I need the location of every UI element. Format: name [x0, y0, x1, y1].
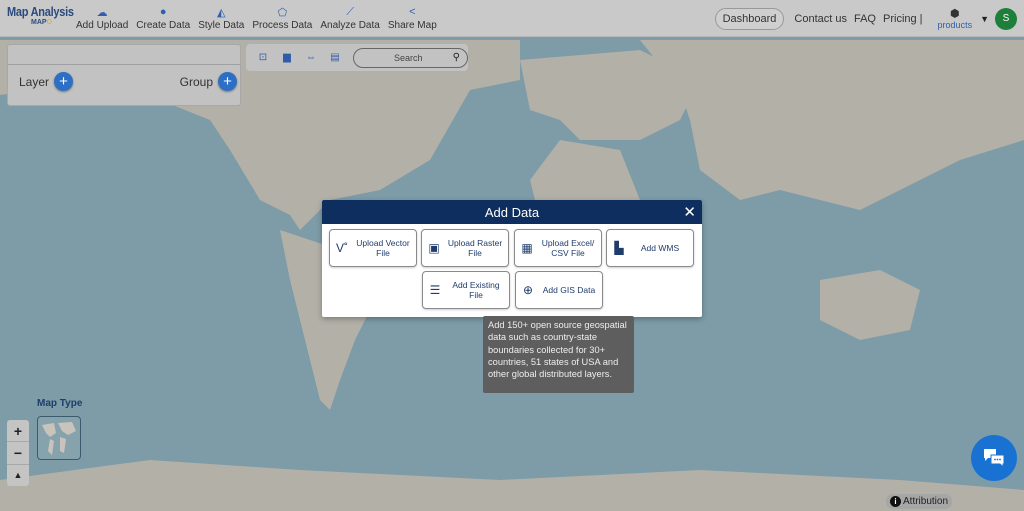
dashboard-button[interactable]: Dashboard — [714, 7, 785, 30]
zoom-controls: + − ▲ — [7, 420, 29, 486]
nav-label: Style Data — [198, 20, 245, 31]
vector-icon: V˚ — [336, 241, 348, 255]
reset-north-button[interactable]: ▲ — [7, 465, 29, 486]
add-gis-data-button[interactable]: ⊕ Add GIS Data — [515, 271, 603, 309]
nav-share-map[interactable]: < Share Map — [388, 5, 437, 31]
modal-title: Add Data — [484, 204, 540, 220]
products-label: products — [937, 20, 973, 30]
layer-label: Layer — [19, 74, 50, 89]
paint-bucket-icon: ◭ — [217, 6, 226, 19]
brand-logo: MAPO — [31, 19, 53, 26]
button-label: Upload Vector File — [356, 238, 410, 258]
nav-label: Analyze Data — [320, 20, 380, 31]
share-icon: < — [409, 6, 416, 18]
header-right: Dashboard Contact us FAQ Pricing | ⬢ pro… — [714, 0, 1024, 37]
search-placeholder: Search — [394, 52, 423, 63]
button-label: Upload Excel/ CSV File — [541, 238, 595, 258]
attribution-button[interactable]: i Attribution — [886, 494, 953, 509]
wms-icon: ▙ — [614, 241, 624, 255]
spreadsheet-icon: ▦ — [521, 241, 533, 255]
nav-style-data[interactable]: ◭ Style Data — [198, 5, 245, 32]
products-menu[interactable]: ⬢ products — [938, 7, 973, 30]
globe-icon: ⊕ — [522, 283, 534, 297]
nav-label: Add Upload — [76, 20, 129, 31]
search-icon[interactable]: ⚲ — [453, 52, 460, 63]
nav-label: Create Data — [136, 20, 191, 31]
map-type-label: Map Type — [37, 398, 83, 409]
button-label: Upload Raster File — [447, 238, 503, 258]
button-label: Add Existing File — [452, 280, 500, 300]
focus-icon[interactable]: ⊡ — [251, 50, 275, 66]
layer-panel: Layer + Group + — [7, 44, 241, 106]
group-label: Group — [179, 74, 213, 89]
zoom-in-button[interactable]: + — [7, 420, 29, 443]
modal-header: Add Data ✕ — [322, 200, 702, 224]
add-layer: Layer + — [19, 72, 74, 91]
polygon-icon: ⬠ — [277, 6, 288, 19]
layer-panel-header — [8, 45, 240, 65]
button-label: Add GIS Data — [542, 285, 596, 295]
info-icon: i — [890, 496, 901, 507]
print-icon[interactable]: ▆ — [275, 50, 299, 66]
close-icon[interactable]: ✕ — [683, 203, 696, 221]
raster-icon: ▣ — [428, 241, 440, 255]
faq-link[interactable]: FAQ — [854, 13, 876, 25]
nav-create-data[interactable]: ● Create Data — [136, 5, 190, 31]
avatar[interactable]: S — [995, 7, 1017, 30]
attribution-label: Attribution — [903, 496, 949, 507]
add-wms-button[interactable]: ▙ Add WMS — [606, 229, 694, 267]
contact-link[interactable]: Contact us — [794, 13, 847, 25]
add-existing-file-button[interactable]: ☰ Add Existing File — [422, 271, 510, 309]
location-pin-icon: ● — [159, 6, 167, 18]
top-navbar: Map Analysis MAPO ☁ Add Upload ● Create … — [0, 0, 1024, 37]
nav-process-data[interactable]: ⬠ Process Data — [252, 5, 313, 32]
add-group: Group + — [180, 72, 237, 91]
upload-csv-button[interactable]: ▦ Upload Excel/ CSV File — [514, 229, 602, 267]
upload-vector-button[interactable]: V˚ Upload Vector File — [329, 229, 417, 267]
add-group-button[interactable]: + — [218, 72, 237, 91]
database-icon: ☰ — [429, 283, 441, 297]
upload-raster-button[interactable]: ▣ Upload Raster File — [421, 229, 509, 267]
chat-button[interactable] — [971, 435, 1017, 481]
add-layer-button[interactable]: + — [54, 72, 74, 91]
nav-analyze-data[interactable]: ⟋ Analyze Data — [320, 5, 380, 32]
map-type-thumbnail[interactable] — [37, 416, 81, 460]
gis-data-tooltip: Add 150+ open source geospatial data suc… — [483, 316, 634, 393]
zoom-out-button[interactable]: − — [7, 442, 29, 465]
comment-icon[interactable]: ▤ — [323, 50, 347, 66]
nav-label: Process Data — [252, 20, 313, 31]
measure-icon[interactable]: ⇔ — [299, 50, 323, 66]
analyze-icon: ⟋ — [346, 5, 354, 18]
nav-add-upload[interactable]: ☁ Add Upload — [76, 5, 129, 32]
add-data-modal: Add Data ✕ V˚ Upload Vector File ▣ Uploa… — [322, 200, 702, 317]
map-thumbnail-image — [42, 422, 76, 455]
map-toolbar: ⊡ ▆ ⇔ ▤ Search ⚲ — [246, 44, 468, 71]
button-label: Add WMS — [640, 243, 680, 253]
cube-icon: ⬢ — [950, 8, 960, 20]
chevron-down-icon[interactable]: ▼ — [980, 14, 989, 24]
search-input[interactable]: Search ⚲ — [353, 47, 468, 68]
app-title: Map Analysis — [7, 5, 74, 19]
pricing-link[interactable]: Pricing | — [883, 13, 923, 25]
cloud-upload-icon: ☁ — [96, 6, 108, 19]
nav-label: Share Map — [387, 20, 437, 31]
main-nav: ☁ Add Upload ● Create Data ◭ Style Data … — [76, 5, 445, 32]
chat-icon — [984, 449, 1005, 469]
app-logo[interactable]: Map Analysis MAPO — [7, 5, 74, 26]
